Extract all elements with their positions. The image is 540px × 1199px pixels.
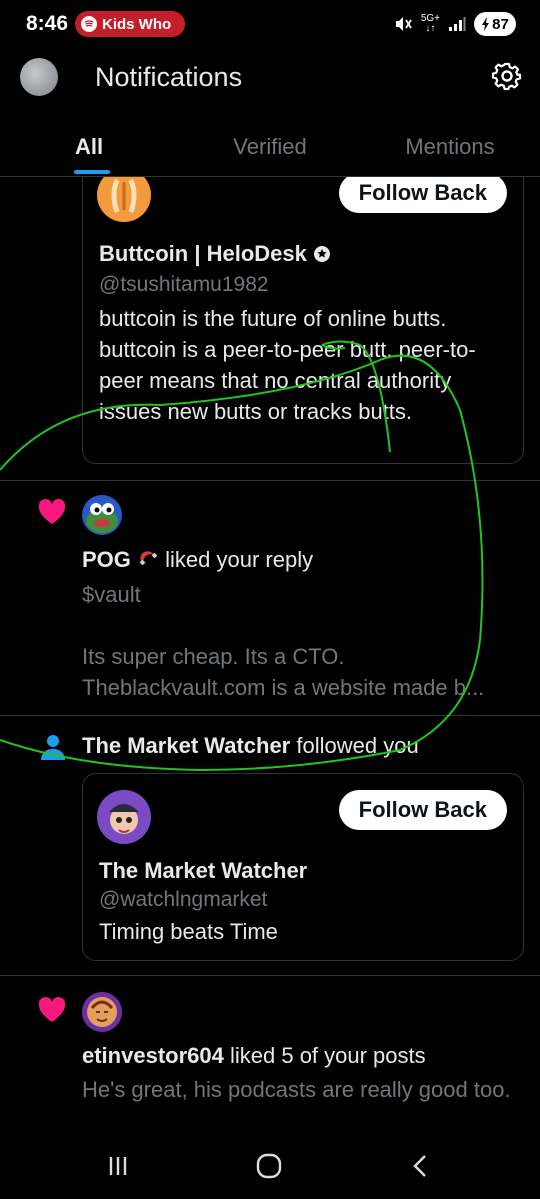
user-avatar[interactable] — [82, 992, 122, 1032]
status-bar: 8:46 Kids Who 5G+ ↓↑ 87 — [0, 0, 540, 50]
follow-back-button[interactable]: Follow Back — [338, 177, 507, 213]
follower-bio: Timing beats Time — [99, 919, 278, 944]
user-avatar[interactable] — [82, 495, 122, 535]
liker-name[interactable]: POG — [82, 547, 131, 572]
music-app-icon — [81, 16, 97, 32]
follower-handle: @tsushitamu1982 — [99, 273, 269, 296]
network-type: 5G+ ↓↑ — [420, 13, 440, 34]
follower-user-name[interactable]: The Market Watcher — [82, 733, 290, 758]
home-icon[interactable] — [254, 1151, 284, 1181]
follow-text: The Market Watcher followed you — [82, 733, 419, 758]
divider — [0, 715, 540, 716]
settings-gear-icon[interactable] — [492, 61, 522, 91]
notifications-list: Follow Back Buttcoin | HeloDesk @tsushit… — [0, 177, 540, 1137]
person-icon — [41, 735, 65, 760]
notification-tabs: All Verified Mentions — [0, 130, 540, 174]
tab-all[interactable]: All — [0, 130, 180, 174]
system-navigation-bar — [0, 1137, 540, 1199]
liked-post-line-2: Its super cheap. Its a CTO. — [82, 644, 345, 669]
heart-icon — [38, 997, 66, 1022]
status-icons: 5G+ ↓↑ 87 — [393, 12, 516, 36]
divider — [0, 480, 540, 481]
charging-icon — [482, 17, 490, 31]
heart-icon — [38, 499, 66, 524]
follower-avatar — [97, 790, 151, 844]
profile-avatar[interactable] — [20, 58, 58, 96]
follower-avatar — [97, 177, 151, 222]
media-label: Kids Who — [102, 15, 172, 33]
like-text: etinvestor604 liked 5 of your posts — [82, 1043, 426, 1068]
top-bar: Notifications All Verified Mentions — [0, 50, 540, 177]
liked-post-line-3: Theblackvault.com is a website made b... — [82, 675, 485, 700]
magnet-emoji-icon — [139, 551, 158, 566]
follower-handle: @watchlngmarket — [99, 888, 268, 911]
mute-vibrate-icon — [395, 17, 412, 31]
liker-name[interactable]: etinvestor604 — [82, 1043, 224, 1068]
page-title: Notifications — [95, 62, 243, 92]
media-playing-pill[interactable]: Kids Who — [75, 11, 185, 37]
follower-bio: buttcoin is the future of online butts. … — [99, 306, 476, 424]
battery-indicator: 87 — [474, 12, 516, 36]
like-text: POG liked your reply — [82, 547, 314, 572]
follower-profile-card[interactable]: Follow Back Buttcoin | HeloDesk @tsushit… — [82, 177, 524, 464]
follow-back-button[interactable]: Follow Back — [338, 790, 507, 830]
liked-post-text: He's great, his podcasts are really good… — [82, 1077, 511, 1102]
recent-apps-icon[interactable] — [103, 1151, 133, 1181]
signal-icon — [449, 17, 466, 31]
follower-name[interactable]: The Market Watcher — [99, 858, 307, 884]
follower-name[interactable]: Buttcoin | HeloDesk — [99, 241, 331, 267]
liked-post-line-1: $vault — [82, 582, 141, 607]
tab-verified[interactable]: Verified — [180, 130, 360, 170]
status-time: 8:46 — [26, 12, 69, 35]
follower-profile-card[interactable]: Follow Back The Market Watcher @watchlng… — [82, 773, 524, 961]
verified-badge-icon — [313, 246, 330, 262]
back-icon[interactable] — [406, 1151, 436, 1181]
tab-mentions[interactable]: Mentions — [360, 130, 540, 170]
divider — [0, 975, 540, 976]
